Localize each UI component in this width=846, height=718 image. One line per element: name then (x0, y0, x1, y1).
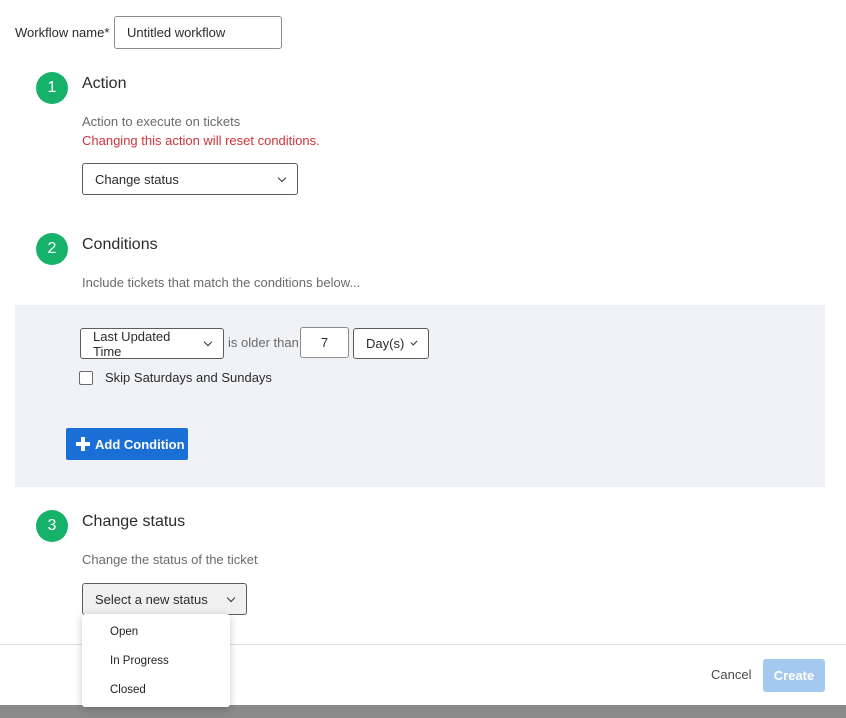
cancel-button[interactable]: Cancel (711, 667, 751, 682)
step-1-badge: 1 (36, 72, 68, 104)
create-button[interactable]: Create (763, 659, 825, 692)
workflow-name-label: Workflow name* (15, 25, 110, 40)
add-condition-button[interactable]: Add Condition (66, 428, 188, 460)
conditions-description: Include tickets that match the condition… (82, 275, 361, 290)
action-description: Action to execute on tickets (82, 114, 241, 129)
step-1-title: Action (82, 75, 127, 92)
status-select-placeholder: Select a new status (95, 591, 208, 607)
condition-field-value: Last Updated Time (93, 328, 171, 359)
condition-amount-input[interactable] (300, 327, 349, 358)
status-option-in-progress[interactable]: In Progress (110, 655, 169, 667)
condition-unit-value: Day(s) (366, 336, 405, 351)
condition-operator: is older than (228, 335, 299, 350)
action-select[interactable]: Change status (82, 163, 298, 195)
workflow-name-input[interactable] (114, 16, 282, 49)
change-status-description: Change the status of the ticket (82, 552, 258, 567)
skip-weekends-label: Skip Saturdays and Sundays (105, 370, 272, 385)
add-condition-label: Add Condition (95, 436, 185, 452)
status-dropdown-menu: Open In Progress Closed (82, 614, 230, 707)
chevron-down-icon (277, 173, 287, 182)
status-select[interactable]: Select a new status (82, 583, 247, 615)
plus-icon (76, 437, 90, 451)
status-option-open[interactable]: Open (110, 626, 138, 638)
step-3-title: Change status (82, 513, 186, 530)
step-2-title: Conditions (82, 236, 158, 253)
condition-field-select[interactable]: Last Updated Time (80, 328, 224, 359)
step-2-badge: 2 (36, 233, 68, 265)
chevron-down-icon (203, 337, 213, 347)
status-option-closed[interactable]: Closed (110, 684, 146, 696)
chevron-down-icon (410, 338, 418, 346)
condition-unit-select[interactable]: Day(s) (353, 328, 429, 359)
skip-weekends-checkbox[interactable] (79, 371, 93, 385)
chevron-down-icon (226, 593, 236, 602)
action-warning: Changing this action will reset conditio… (82, 133, 320, 148)
step-3-badge: 3 (36, 510, 68, 542)
action-select-value: Change status (95, 171, 179, 187)
